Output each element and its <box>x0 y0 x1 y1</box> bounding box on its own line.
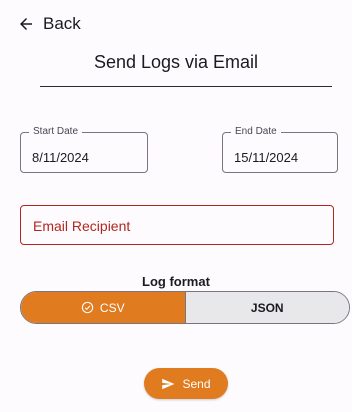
email-recipient-placeholder: Email Recipient <box>33 218 131 234</box>
start-date-label: Start Date <box>29 126 83 138</box>
send-button-label: Send <box>182 376 211 391</box>
end-date-value: 15/11/2024 <box>234 150 299 165</box>
log-format-label: Log format <box>142 274 210 289</box>
email-recipient-field[interactable]: Email Recipient <box>20 205 334 245</box>
end-date-label: End Date <box>231 126 281 138</box>
log-format-option-csv-label: CSV <box>99 300 125 315</box>
check-circle-icon <box>81 301 94 314</box>
log-format-option-json-label: JSON <box>250 300 284 315</box>
back-button[interactable]: Back <box>17 12 81 36</box>
log-format-option-json[interactable]: JSON <box>185 292 349 323</box>
page-title: Send Logs via Email <box>93 52 259 72</box>
back-label: Back <box>43 14 81 33</box>
arrow-left-icon <box>17 15 35 33</box>
start-date-value: 8/11/2024 <box>32 150 89 165</box>
end-date-field[interactable]: End Date 15/11/2024 <box>222 126 338 173</box>
start-date-field[interactable]: Start Date 8/11/2024 <box>20 126 148 173</box>
send-icon <box>161 377 175 391</box>
title-divider <box>40 86 332 87</box>
log-format-option-csv[interactable]: CSV <box>21 292 186 323</box>
log-format-toggle: CSV JSON <box>20 291 350 324</box>
send-button[interactable]: Send <box>144 368 228 399</box>
